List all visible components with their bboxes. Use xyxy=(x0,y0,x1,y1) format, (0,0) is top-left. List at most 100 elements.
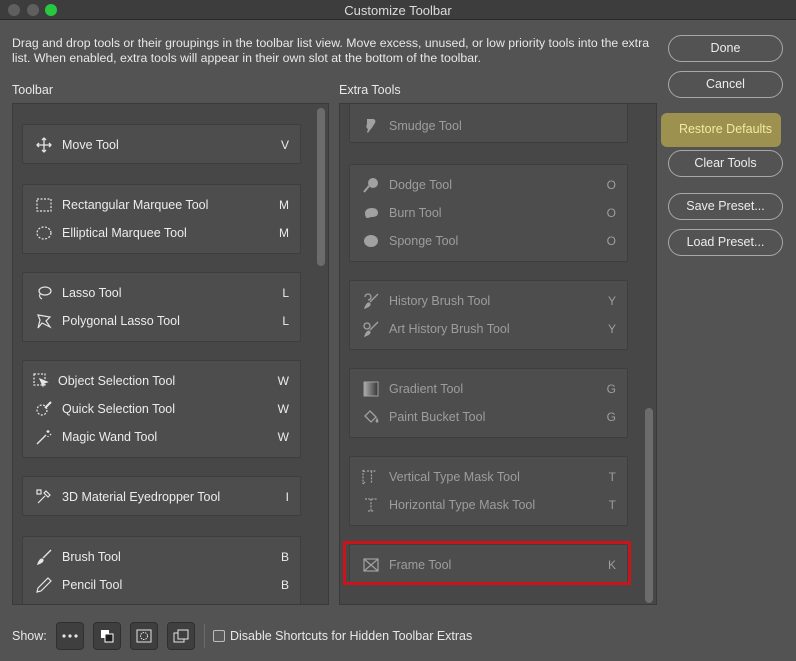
tool-shortcut: B xyxy=(280,550,289,564)
tool-name: Paint Bucket Tool xyxy=(389,410,486,424)
eyedropper-3d-icon xyxy=(35,488,53,506)
tool-row[interactable]: Vertical Type Mask Tool T xyxy=(350,463,627,491)
tool-name: History Brush Tool xyxy=(389,294,491,308)
show-quick-mask-toggle[interactable] xyxy=(130,622,158,650)
show-screen-mode-toggle[interactable] xyxy=(167,622,195,650)
tool-name: Brush Tool xyxy=(62,550,121,564)
tool-shortcut: I xyxy=(285,490,289,504)
tool-group[interactable]: Lasso Tool L Polygonal Lasso Tool L xyxy=(22,272,301,342)
tool-row[interactable]: Paint Bucket Tool G xyxy=(350,403,627,431)
tool-row[interactable]: Rectangular Marquee Tool M xyxy=(23,191,300,219)
tool-shortcut: M xyxy=(279,226,289,240)
extra-tools-list[interactable]: Smudge Tool Dodge Tool O Burn Tool O Spo… xyxy=(339,103,657,605)
tool-shortcut: O xyxy=(606,234,616,248)
tool-name: Lasso Tool xyxy=(62,286,122,300)
tool-row[interactable]: Magic Wand Tool W xyxy=(23,423,300,451)
extra-tools-scrollbar[interactable] xyxy=(645,408,653,603)
tool-name: Horizontal Type Mask Tool xyxy=(389,498,536,512)
tool-name: Art History Brush Tool xyxy=(389,322,510,336)
magic-wand-icon xyxy=(35,428,53,446)
title-bar: Customize Toolbar xyxy=(0,0,796,20)
dodge-icon xyxy=(362,176,380,194)
ellipse-marquee-icon xyxy=(35,224,53,242)
tool-row[interactable]: Horizontal Type Mask Tool T xyxy=(350,491,627,519)
tool-name: Sponge Tool xyxy=(389,234,459,248)
tool-row[interactable]: Brush Tool B xyxy=(23,543,300,571)
tool-group[interactable]: Object Selection Tool W Quick Selection … xyxy=(22,360,301,458)
tool-group[interactable]: 3D Material Eyedropper Tool I xyxy=(22,476,301,516)
tool-shortcut: T xyxy=(608,498,616,512)
tool-shortcut: Y xyxy=(607,294,616,308)
tool-row[interactable]: Lasso Tool L xyxy=(23,279,300,307)
quick-mask-icon xyxy=(136,629,152,643)
tool-shortcut: W xyxy=(277,402,289,416)
tool-row[interactable]: Dodge Tool O xyxy=(350,171,627,199)
more-icon xyxy=(62,634,78,638)
done-button[interactable]: Done xyxy=(668,35,783,62)
pencil-icon xyxy=(35,576,53,594)
show-swatches-toggle[interactable] xyxy=(93,622,121,650)
cancel-button[interactable]: Cancel xyxy=(668,71,783,98)
tool-name: Rectangular Marquee Tool xyxy=(62,198,209,212)
tool-group[interactable]: Dodge Tool O Burn Tool O Sponge Tool O xyxy=(349,164,628,262)
instructions-text: Drag and drop tools or their groupings i… xyxy=(12,36,650,65)
clear-tools-button[interactable]: Clear Tools xyxy=(668,150,783,177)
tool-group[interactable]: Rectangular Marquee Tool M Elliptical Ma… xyxy=(22,184,301,254)
burn-icon xyxy=(362,204,380,222)
tool-name: Elliptical Marquee Tool xyxy=(62,226,187,240)
tool-shortcut: O xyxy=(606,206,616,220)
vertical-type-mask-icon xyxy=(362,468,380,486)
gradient-icon xyxy=(362,380,380,398)
tool-row[interactable]: Elliptical Marquee Tool M xyxy=(23,219,300,247)
tool-row[interactable]: Pencil Tool B xyxy=(23,571,300,599)
tool-name: Magic Wand Tool xyxy=(62,430,158,444)
tool-row[interactable]: Sponge Tool O xyxy=(350,227,627,255)
load-preset-button[interactable]: Load Preset... xyxy=(668,229,783,256)
restore-defaults-button[interactable]: Restore Defaults xyxy=(668,116,783,143)
tool-shortcut: G xyxy=(606,410,616,424)
lasso-icon xyxy=(35,284,53,302)
tool-row[interactable]: History Brush Tool Y xyxy=(350,287,627,315)
tool-group[interactable]: Gradient Tool G Paint Bucket Tool G xyxy=(349,368,628,438)
horizontal-type-mask-icon xyxy=(362,496,380,514)
quick-selection-icon xyxy=(35,400,53,418)
window-title: Customize Toolbar xyxy=(344,3,452,18)
disable-shortcuts-label[interactable]: Disable Shortcuts for Hidden Toolbar Ext… xyxy=(230,629,472,643)
tool-shortcut: W xyxy=(277,374,289,388)
tool-name: Polygonal Lasso Tool xyxy=(62,314,180,328)
tool-group[interactable]: Move Tool V xyxy=(22,124,301,164)
tool-name: Gradient Tool xyxy=(389,382,464,396)
tool-name: 3D Material Eyedropper Tool xyxy=(62,490,221,504)
tool-group[interactable]: History Brush Tool Y Art History Brush T… xyxy=(349,280,628,350)
tool-name: Smudge Tool xyxy=(389,119,462,133)
tool-group[interactable]: Smudge Tool xyxy=(349,104,628,143)
disable-shortcuts-checkbox[interactable] xyxy=(213,630,225,642)
tool-group[interactable]: Brush Tool B Pencil Tool B xyxy=(22,536,301,604)
sponge-icon xyxy=(362,232,380,250)
tool-shortcut: B xyxy=(280,578,289,592)
tool-shortcut: M xyxy=(279,198,289,212)
footer-divider xyxy=(204,624,205,648)
tool-row[interactable]: Move Tool V xyxy=(23,131,300,159)
art-history-brush-icon xyxy=(362,320,380,338)
tool-shortcut: G xyxy=(606,382,616,396)
save-preset-button[interactable]: Save Preset... xyxy=(668,193,783,220)
tool-row[interactable]: Object Selection Tool W xyxy=(23,367,300,395)
tool-row[interactable]: Smudge Tool xyxy=(350,112,627,140)
show-more-toggle[interactable] xyxy=(56,622,84,650)
tool-shortcut: W xyxy=(277,430,289,444)
tool-name: Burn Tool xyxy=(389,206,442,220)
tool-row[interactable]: 3D Material Eyedropper Tool I xyxy=(23,483,300,511)
tool-row[interactable]: Quick Selection Tool W xyxy=(23,395,300,423)
toolbar-scrollbar[interactable] xyxy=(317,108,325,266)
tool-row[interactable]: Burn Tool O xyxy=(350,199,627,227)
toolbar-list[interactable]: Move Tool V Rectangular Marquee Tool M E… xyxy=(12,103,329,605)
tool-row[interactable]: Art History Brush Tool Y xyxy=(350,315,627,343)
extra-tools-panel-label: Extra Tools xyxy=(339,83,401,97)
show-label: Show: xyxy=(12,629,47,643)
polygonal-lasso-icon xyxy=(35,312,53,330)
tool-row[interactable]: Gradient Tool G xyxy=(350,375,627,403)
frame-tool-annotation xyxy=(343,541,631,585)
tool-group[interactable]: Vertical Type Mask Tool T Horizontal Typ… xyxy=(349,456,628,526)
tool-row[interactable]: Polygonal Lasso Tool L xyxy=(23,307,300,335)
